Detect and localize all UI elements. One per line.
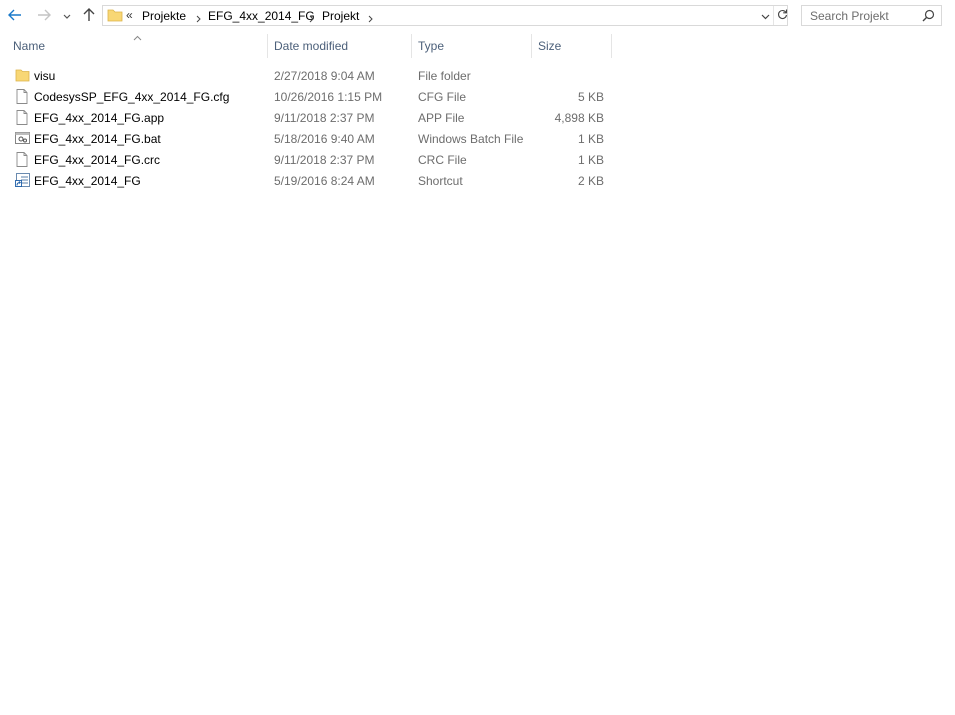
column-divider[interactable] bbox=[531, 34, 532, 58]
file-type: Shortcut bbox=[418, 174, 463, 188]
file-date: 5/18/2016 9:40 AM bbox=[274, 132, 375, 146]
file-name[interactable]: visu bbox=[34, 69, 55, 83]
address-history-button[interactable] bbox=[758, 6, 772, 25]
breadcrumb-projekt[interactable]: Projekt bbox=[322, 9, 359, 23]
chevron-right-icon[interactable] bbox=[368, 12, 373, 26]
file-size: 1 KB bbox=[577, 132, 604, 146]
recent-locations-button[interactable] bbox=[58, 6, 76, 26]
file-name[interactable]: EFG_4xx_2014_FG.bat bbox=[34, 132, 161, 146]
chevron-down-icon bbox=[63, 9, 71, 23]
file-icon bbox=[15, 152, 29, 170]
file-name[interactable]: EFG_4xx_2014_FG bbox=[34, 174, 141, 188]
file-icon bbox=[15, 110, 29, 128]
file-size: 4,898 KB bbox=[554, 111, 604, 125]
chevron-right-icon[interactable] bbox=[196, 12, 201, 26]
file-name[interactable]: EFG_4xx_2014_FG.crc bbox=[34, 153, 160, 167]
forward-button[interactable] bbox=[34, 6, 54, 26]
file-row[interactable]: EFG_4xx_2014_FG.crc 9/11/2018 2:37 PM CR… bbox=[0, 149, 615, 170]
file-type: File folder bbox=[418, 69, 471, 83]
file-date: 9/11/2018 2:37 PM bbox=[274, 111, 375, 125]
refresh-button[interactable] bbox=[773, 6, 790, 25]
search-icon[interactable] bbox=[922, 9, 935, 25]
file-row[interactable]: EFG_4xx_2014_FG.app 9/11/2018 2:37 PM AP… bbox=[0, 107, 615, 128]
column-divider[interactable] bbox=[411, 34, 412, 58]
back-arrow-icon bbox=[8, 9, 22, 24]
column-header-date[interactable]: Date modified bbox=[274, 39, 348, 53]
shortcut-icon bbox=[15, 173, 30, 191]
file-row[interactable]: visu 2/27/2018 9:04 AM File folder bbox=[0, 65, 615, 86]
file-row[interactable]: CodesysSP_EFG_4xx_2014_FG.cfg 10/26/2016… bbox=[0, 86, 615, 107]
search-box[interactable]: Search Projekt bbox=[801, 5, 942, 26]
column-divider[interactable] bbox=[267, 34, 268, 58]
file-row[interactable]: EFG_4xx_2014_FG 5/19/2016 8:24 AM Shortc… bbox=[0, 170, 615, 191]
folder-icon bbox=[15, 68, 30, 85]
file-type: APP File bbox=[418, 111, 465, 125]
file-size: 1 KB bbox=[577, 153, 604, 167]
file-type: CRC File bbox=[418, 153, 467, 167]
breadcrumb-efg[interactable]: EFG_4xx_2014_FG bbox=[208, 9, 315, 23]
file-size: 5 KB bbox=[577, 90, 604, 104]
search-placeholder[interactable]: Search Projekt bbox=[810, 9, 889, 23]
chevron-down-icon bbox=[761, 9, 770, 23]
refresh-icon bbox=[777, 9, 788, 23]
chevron-right-icon[interactable] bbox=[309, 12, 314, 26]
sort-ascending-icon bbox=[133, 30, 142, 44]
up-arrow-icon bbox=[83, 7, 95, 25]
up-button[interactable] bbox=[79, 6, 99, 26]
file-name[interactable]: CodesysSP_EFG_4xx_2014_FG.cfg bbox=[34, 90, 229, 104]
folder-icon bbox=[107, 8, 123, 25]
file-size: 2 KB bbox=[577, 174, 604, 188]
file-name[interactable]: EFG_4xx_2014_FG.app bbox=[34, 111, 164, 125]
file-date: 10/26/2016 1:15 PM bbox=[274, 90, 383, 104]
column-header-name[interactable]: Name bbox=[13, 39, 45, 53]
file-icon bbox=[15, 89, 29, 107]
file-type: Windows Batch File bbox=[418, 132, 524, 146]
back-button[interactable] bbox=[5, 6, 25, 26]
file-date: 2/27/2018 9:04 AM bbox=[274, 69, 375, 83]
address-bar[interactable]: « Projekte EFG_4xx_2014_FG Projekt bbox=[102, 5, 788, 26]
breadcrumb-projekte[interactable]: Projekte bbox=[142, 9, 186, 23]
column-divider[interactable] bbox=[611, 34, 612, 58]
file-row[interactable]: EFG_4xx_2014_FG.bat 5/18/2016 9:40 AM Wi… bbox=[0, 128, 615, 149]
column-header-size[interactable]: Size bbox=[538, 39, 561, 53]
overflow-chevron[interactable]: « bbox=[126, 8, 133, 22]
file-date: 5/19/2016 8:24 AM bbox=[274, 174, 375, 188]
forward-arrow-icon bbox=[37, 9, 51, 24]
column-header-type[interactable]: Type bbox=[418, 39, 444, 53]
file-date: 9/11/2018 2:37 PM bbox=[274, 153, 375, 167]
file-type: CFG File bbox=[418, 90, 466, 104]
batch-file-icon bbox=[15, 131, 30, 148]
